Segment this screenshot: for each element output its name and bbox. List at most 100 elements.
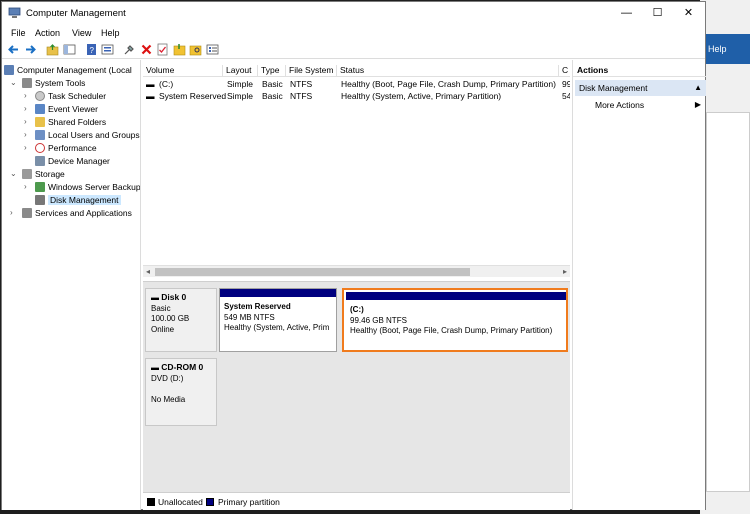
computer-management-window: Computer Management — ☐ ✕ File Action Vi… <box>1 1 706 510</box>
help-label: Help <box>708 44 727 54</box>
collapse-up-icon[interactable]: ▲ <box>694 83 702 92</box>
disk0-name: Disk 0 <box>161 292 187 302</box>
submenu-arrow-icon[interactable]: ▶ <box>695 100 701 109</box>
chevron-right-icon[interactable]: › <box>24 104 27 113</box>
tree-item-shared-folders[interactable]: Shared Folders <box>35 116 106 128</box>
help-ribbon[interactable]: Help <box>700 34 750 64</box>
more-actions-label: More Actions <box>595 100 645 110</box>
column-capacity[interactable]: C <box>559 65 570 77</box>
cdrom0-kind: DVD (D:) <box>151 373 184 383</box>
tree-item-services[interactable]: Services and Applications <box>22 207 132 219</box>
disk0-label[interactable]: ▬ Disk 0 Basic 100.00 GB Online <box>145 288 217 352</box>
chevron-right-icon[interactable]: › <box>24 91 27 100</box>
menu-help[interactable]: Help <box>101 28 120 38</box>
system-tools-icon <box>22 78 32 88</box>
tree-item-performance[interactable]: Performance <box>35 142 97 154</box>
volume-capacity: 99 <box>562 79 570 89</box>
help-book-icon[interactable]: ? <box>85 43 98 56</box>
menu-bar: File Action View Help <box>2 25 705 41</box>
list-view-icon[interactable] <box>206 43 219 56</box>
menu-file[interactable]: File <box>11 28 26 38</box>
chevron-right-icon[interactable]: › <box>24 182 27 191</box>
more-actions-item[interactable]: More Actions <box>595 100 644 110</box>
partition-size: 99.46 GB NTFS <box>350 315 407 325</box>
disk0-state: Online <box>151 324 175 334</box>
volume-icon: ▬ <box>146 79 155 89</box>
column-volume[interactable]: Volume <box>143 65 223 77</box>
up-folder-icon[interactable] <box>46 43 59 56</box>
window-title: Computer Management <box>26 8 126 19</box>
close-button[interactable]: ✕ <box>672 2 705 24</box>
volume-fs: NTFS <box>290 79 313 89</box>
navigation-tree: Computer Management (Local ⌄ System Tool… <box>2 60 141 510</box>
tree-item-windows-server-backup[interactable]: Windows Server Backup <box>35 181 140 193</box>
table-row[interactable]: ▬ System Reserved Simple Basic NTFS Heal… <box>143 90 570 102</box>
connect-icon[interactable] <box>123 43 136 56</box>
partition-status: Healthy (Boot, Page File, Crash Dump, Pr… <box>350 326 553 335</box>
tree-item-local-users[interactable]: Local Users and Groups <box>35 129 140 141</box>
actions-section-disk-management[interactable]: Disk Management ▲ <box>575 80 706 96</box>
partition-name: System Reserved <box>224 302 291 311</box>
tree-item-task-scheduler[interactable]: Task Scheduler <box>35 90 106 102</box>
scroll-left-icon[interactable]: ◂ <box>146 266 150 278</box>
properties-icon[interactable] <box>101 43 114 56</box>
volume-layout: Simple <box>227 79 253 89</box>
tree-item-storage[interactable]: Storage <box>22 168 65 180</box>
column-type[interactable]: Type <box>258 65 286 77</box>
scrollbar-thumb[interactable] <box>155 268 470 276</box>
legend-unallocated: Unallocated <box>158 497 203 507</box>
primary-partition-bar <box>346 292 566 300</box>
check-icon[interactable] <box>156 43 169 56</box>
tree-item-disk-management[interactable]: Disk Management <box>35 194 121 206</box>
open-folder-icon[interactable] <box>173 43 186 56</box>
volume-type: Basic <box>262 79 283 89</box>
tree-item-event-viewer[interactable]: Event Viewer <box>35 103 98 115</box>
chevron-right-icon[interactable]: › <box>24 130 27 139</box>
tree-item-system-tools[interactable]: System Tools <box>22 77 85 89</box>
column-file-system[interactable]: File System <box>286 65 337 77</box>
back-arrow-icon[interactable] <box>7 43 20 56</box>
partition-name: (C:) <box>350 305 364 314</box>
chevron-down-icon[interactable]: ⌄ <box>10 169 17 178</box>
maximize-button[interactable]: ☐ <box>641 2 674 24</box>
forward-arrow-icon[interactable] <box>24 43 37 56</box>
disk-icon: ▬ <box>151 293 159 302</box>
show-hide-tree-icon[interactable] <box>63 43 76 56</box>
device-manager-icon <box>35 156 45 166</box>
primary-partition-bar <box>220 289 336 297</box>
horizontal-scrollbar[interactable]: ◂ ▸ <box>143 265 570 277</box>
chevron-right-icon[interactable]: › <box>24 117 27 126</box>
volume-list-header: Volume Layout Type File System Status C <box>143 63 570 77</box>
partition-status: Healthy (System, Active, Prim <box>224 323 330 332</box>
volume-name: (C:) <box>159 79 174 89</box>
cdrom0-name: CD-ROM 0 <box>161 362 204 372</box>
search-folder-icon[interactable] <box>189 43 202 56</box>
delete-icon[interactable] <box>140 43 153 56</box>
column-layout[interactable]: Layout <box>223 65 258 77</box>
volume-status: Healthy (System, Active, Primary Partiti… <box>341 91 502 101</box>
tree-item-device-manager[interactable]: Device Manager <box>35 155 110 167</box>
menu-action[interactable]: Action <box>35 28 60 38</box>
volume-status: Healthy (Boot, Page File, Crash Dump, Pr… <box>341 79 556 89</box>
chevron-right-icon[interactable]: › <box>10 208 13 217</box>
menu-view[interactable]: View <box>72 28 91 38</box>
disk-legend: Unallocated Primary partition <box>143 492 570 510</box>
scroll-right-icon[interactable]: ▸ <box>563 266 567 278</box>
column-status[interactable]: Status <box>337 65 559 77</box>
performance-icon <box>35 143 45 153</box>
minimize-button[interactable]: — <box>610 2 643 24</box>
users-icon <box>35 130 45 140</box>
disk0-size: 100.00 GB <box>151 314 190 323</box>
chevron-down-icon[interactable]: ⌄ <box>10 78 17 87</box>
disk-management-pane: Volume Layout Type File System Status C … <box>143 60 570 510</box>
volume-icon: ▬ <box>146 91 155 101</box>
cdrom0-label[interactable]: ▬ CD-ROM 0 DVD (D:) No Media <box>145 358 217 426</box>
table-row[interactable]: ▬ (C:) Simple Basic NTFS Healthy (Boot, … <box>143 78 570 90</box>
partition-size: 549 MB NTFS <box>224 312 275 322</box>
partition-c-drive[interactable]: (C:) 99.46 GB NTFS Healthy (Boot, Page F… <box>342 288 568 352</box>
volume-fs: NTFS <box>290 91 313 101</box>
tree-item-root[interactable]: Computer Management (Local <box>4 64 132 76</box>
partition-system-reserved[interactable]: System Reserved 549 MB NTFS Healthy (Sys… <box>219 288 337 352</box>
title-bar[interactable]: Computer Management — ☐ ✕ <box>2 2 705 24</box>
chevron-right-icon[interactable]: › <box>24 143 27 152</box>
